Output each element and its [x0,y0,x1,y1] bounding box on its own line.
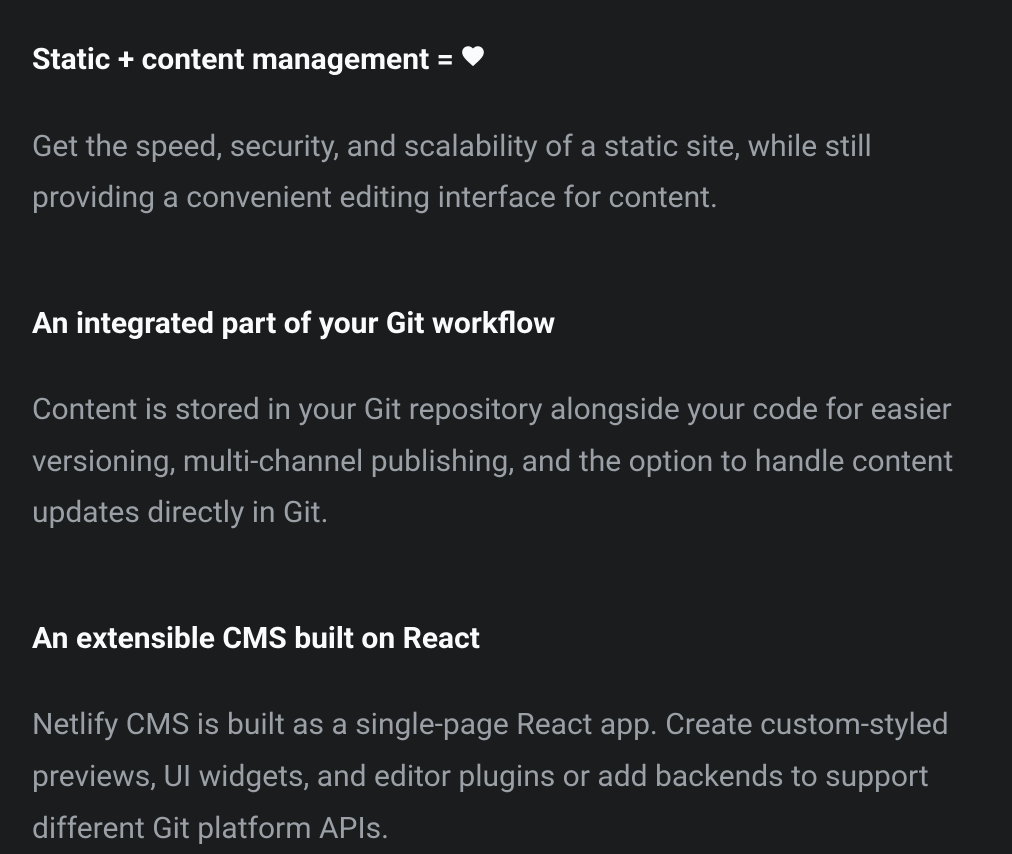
feature-heading-text-3: An extensible CMS built on React [32,619,480,660]
feature-body-2: Content is stored in your Git repository… [32,384,980,539]
feature-heading-3: An extensible CMS built on React [32,619,980,660]
feature-section-1: Static + content management = Get the sp… [32,40,980,224]
feature-heading-text-1: Static + content management = [32,40,454,81]
feature-section-3: An extensible CMS built on React Netlify… [32,619,980,854]
feature-heading-text-2: An integrated part of your Git workflow [32,304,555,345]
heart-icon [460,40,486,81]
feature-heading-2: An integrated part of your Git workflow [32,304,980,345]
feature-heading-1: Static + content management = [32,40,980,81]
feature-body-1: Get the speed, security, and scalability… [32,121,980,224]
feature-section-2: An integrated part of your Git workflow … [32,304,980,539]
feature-body-3: Netlify CMS is built as a single-page Re… [32,699,980,854]
